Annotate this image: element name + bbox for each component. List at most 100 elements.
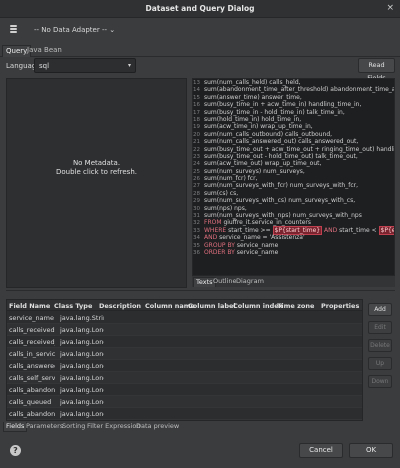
- delete-button[interactable]: Delete: [368, 339, 392, 352]
- sql-keyword: FROM: [204, 219, 222, 227]
- class-type-cell: java.lang.Long: [60, 410, 104, 418]
- code-text: sum(answer_time) answer_time,: [201, 94, 302, 101]
- code-text: sum(num_calls_held) calls_held,: [201, 79, 301, 86]
- tab-java-bean[interactable]: Java Bean: [24, 45, 65, 57]
- code-line: 14 sum(abandonment_time_after_threshold) …: [193, 86, 394, 93]
- code-segment: sum(busy_time_out + acw_time_out + ringi…: [204, 145, 395, 153]
- code-segment: start_time <: [337, 226, 379, 234]
- sql-keyword: AND: [204, 234, 218, 242]
- table-row[interactable]: calls_queued java.lang.Long: [7, 396, 362, 408]
- code-line: 13 sum(num_calls_held) calls_held,: [193, 79, 394, 86]
- column-header[interactable]: Class Type: [54, 302, 92, 310]
- data-adapter-label: -- No Data Adapter --: [34, 26, 108, 34]
- edit-button[interactable]: Edit: [368, 321, 392, 334]
- code-segment: sum(busy_time_out - hold_time_out) talk_…: [204, 152, 358, 160]
- code-segment: sum(answer_time) answer_time,: [204, 93, 302, 101]
- up-button[interactable]: Up: [368, 357, 392, 370]
- code-segment: sum(num_calls_answered_out) calls_answer…: [204, 138, 359, 146]
- tab-diagram[interactable]: Diagram: [234, 277, 266, 287]
- code-segment: sum(hold_time_in) hold_time_in,: [204, 115, 302, 123]
- code-text: sum(busy_time_in + acw_time_in) handling…: [201, 101, 361, 108]
- tab-data-preview[interactable]: Data preview: [134, 422, 181, 432]
- table-row[interactable]: calls_abandonejava.lang.Long: [7, 384, 362, 396]
- language-select[interactable]: sql ▾: [34, 58, 136, 73]
- code-line: 17 sum(busy_time_in - hold_time_in) talk_…: [193, 109, 394, 116]
- code-line: 35 GROUP BY service_name: [193, 242, 394, 249]
- sql-keyword: WHERE: [204, 226, 227, 234]
- code-text: sum(busy_time_out - hold_time_out) talk_…: [201, 153, 358, 160]
- code-text: sum(busy_time_in - hold_time_in) talk_ti…: [201, 109, 345, 116]
- table-row[interactable]: calls_received_ java.lang.Long: [7, 336, 362, 348]
- fields-table[interactable]: Field Name Class Type Description Column…: [6, 299, 363, 421]
- table-row[interactable]: calls_abandonejava.lang.Long: [7, 420, 362, 421]
- code-line: 18 sum(hold_time_in) hold_time_in,: [193, 116, 394, 123]
- code-line: 29 sum(num_surveys_with_cs) num_surveys_w…: [193, 197, 394, 204]
- code-segment: sum(acw_time_out) wrap_up_time_out,: [204, 160, 322, 168]
- column-header[interactable]: Column index: [233, 302, 283, 310]
- column-header[interactable]: Column label: [188, 302, 236, 310]
- sql-keyword: AND: [324, 226, 338, 234]
- title-bar: Dataset and Query Dialog ×: [0, 0, 400, 18]
- code-text: sum(hold_time_in) hold_time_in,: [201, 116, 301, 123]
- field-name-cell: calls_self_servic: [9, 374, 55, 382]
- down-button[interactable]: Down: [368, 375, 392, 388]
- class-type-cell: java.lang.Long: [60, 374, 104, 382]
- code-line: 33 WHERE start_time >= $P{start_time} AND…: [193, 225, 394, 235]
- read-fields-button[interactable]: Read Fields: [358, 58, 395, 82]
- table-row[interactable]: service_name java.lang.String: [7, 312, 362, 324]
- code-text: sum(acw_time_in) wrap_up_time_in,: [201, 123, 313, 130]
- code-text: sum(num_surveys_with_fcr) num_surveys_wi…: [201, 182, 358, 189]
- dataset-tabs: Fields Parameters Sorting Filter Express…: [0, 422, 400, 433]
- code-text: WHERE start_time >= $P{start_time} AND s…: [201, 225, 394, 235]
- data-adapter-select[interactable]: -- No Data Adapter -- ⌄: [34, 26, 115, 34]
- table-row[interactable]: calls_self_servic java.lang.Long: [7, 372, 362, 384]
- code-segment: service_name: [234, 241, 279, 249]
- field-name-cell: calls_answered: [9, 362, 55, 370]
- code-line: 27 sum(num_surveys_with_fcr) num_surveys_…: [193, 182, 394, 189]
- code-text: sum(cs) cs,: [201, 190, 238, 197]
- cancel-button[interactable]: Cancel: [299, 443, 343, 458]
- sql-keyword: GROUP BY: [204, 241, 235, 249]
- code-text: sum(num_calls_outbound) calls_outbound,: [201, 131, 332, 138]
- ok-button[interactable]: OK: [349, 443, 393, 458]
- tab-sorting[interactable]: Sorting: [60, 422, 87, 432]
- code-line: 26 sum(num_fcr) fcr,: [193, 175, 394, 182]
- code-line: 36 ORDER BY service_name: [193, 249, 394, 256]
- add-button[interactable]: Add: [368, 303, 392, 316]
- help-icon[interactable]: ?: [10, 445, 21, 456]
- database-icon[interactable]: [10, 25, 17, 35]
- metadata-message: No Metadata.: [72, 159, 121, 167]
- line-number: 36: [193, 249, 200, 256]
- code-segment: sum(busy_time_in - hold_time_in) talk_ti…: [204, 108, 345, 116]
- splitter[interactable]: [6, 290, 395, 291]
- class-type-cell: java.lang.Long: [60, 386, 104, 394]
- code-line: 28 sum(cs) cs,: [193, 190, 394, 197]
- code-segment: start_time >=: [226, 226, 273, 234]
- table-row[interactable]: calls_in_service java.lang.Long: [7, 348, 362, 360]
- code-text: sum(nps) nps,: [201, 205, 247, 212]
- chevron-down-icon: ▾: [127, 62, 131, 69]
- code-text: sum(acw_time_out) wrap_up_time_out,: [201, 160, 321, 167]
- code-text: sum(num_surveys) num_surveys,: [201, 168, 305, 175]
- metadata-panel[interactable]: No Metadata. Double click to refresh.: [6, 78, 187, 288]
- column-header[interactable]: Time zone: [277, 302, 314, 310]
- close-icon[interactable]: ×: [386, 3, 394, 13]
- table-row[interactable]: calls_answered java.lang.Long: [7, 360, 362, 372]
- column-header[interactable]: Properties: [321, 302, 359, 310]
- code-segment: sum(num_surveys) num_surveys,: [204, 167, 305, 175]
- class-type-cell: java.lang.Long: [60, 326, 104, 334]
- column-header[interactable]: Description: [99, 302, 141, 310]
- table-row[interactable]: calls_received java.lang.Long: [7, 324, 362, 336]
- code-line: 31 sum(num_surveys_with_nps) num_surveys_…: [193, 212, 394, 219]
- query-editor[interactable]: 13 sum(num_calls_held) calls_held, 14 sum(a…: [192, 78, 395, 276]
- code-text: sum(num_surveys_with_cs) num_surveys_wit…: [201, 197, 355, 204]
- field-name-cell: calls_abandone: [9, 410, 55, 418]
- table-header: Field Name Class Type Description Column…: [7, 300, 362, 311]
- query-tabs: Query Java Bean: [0, 44, 400, 57]
- code-text: sum(busy_time_out + acw_time_out + ringi…: [201, 145, 395, 153]
- table-row[interactable]: calls_abandone java.lang.Long: [7, 408, 362, 420]
- column-header[interactable]: Field Name: [9, 302, 50, 310]
- code-text: sum(num_fcr) fcr,: [201, 175, 257, 182]
- code-segment: sum(num_surveys_with_nps) num_surveys_wi…: [204, 212, 362, 220]
- code-text: sum(abandonment_time_after_threshold) ab…: [201, 86, 394, 93]
